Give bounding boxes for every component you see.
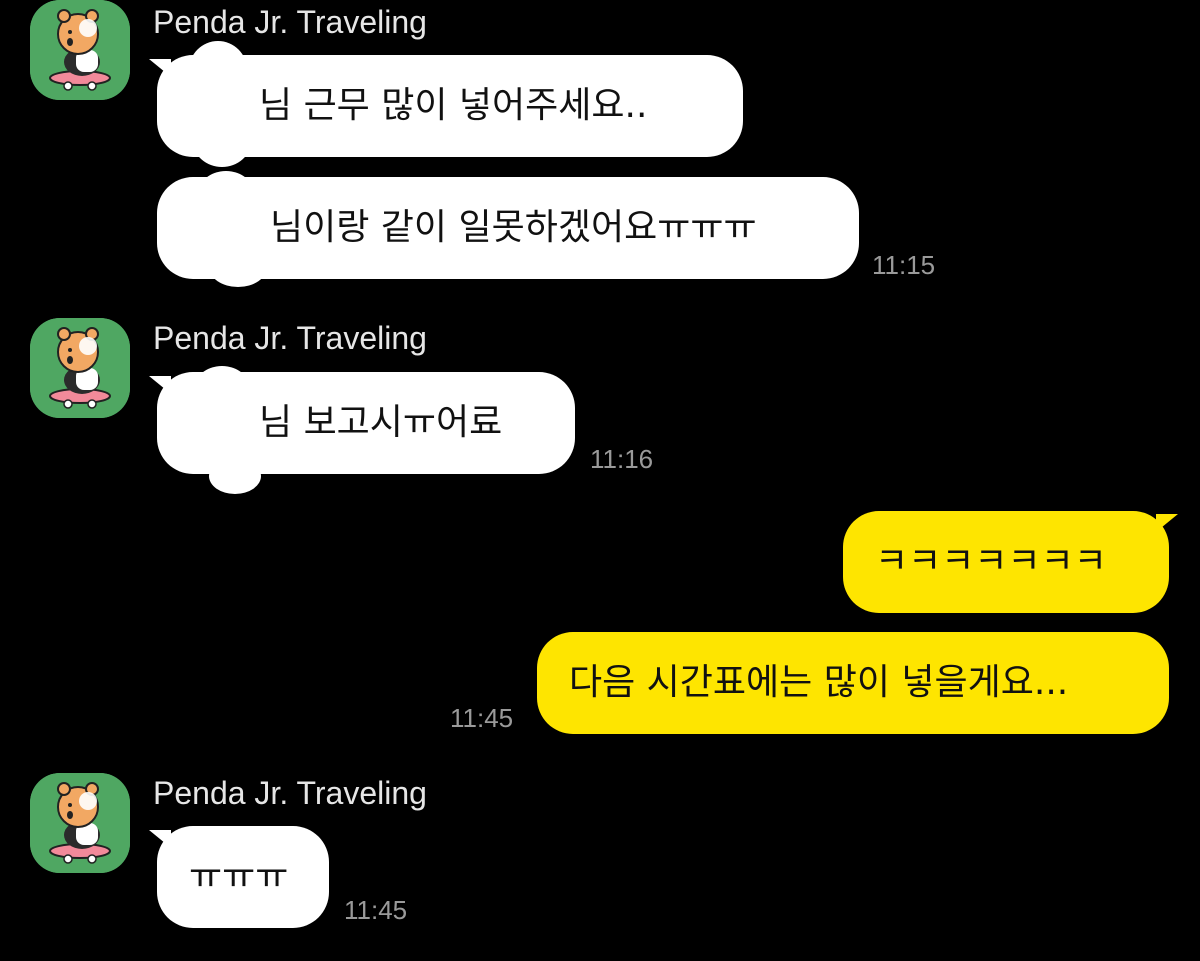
redaction-sticker (209, 458, 261, 494)
sender-name: Penda Jr. Traveling (153, 320, 427, 356)
message-text: 다음 시간표에는 많이 넣을게요... (569, 662, 1069, 703)
message-timestamp: 11:45 (450, 703, 514, 733)
sender-avatar[interactable] (30, 773, 130, 873)
sender-avatar[interactable] (30, 0, 130, 100)
my-message-bubble[interactable]: 다음 시간표에는 많이 넣을게요... (537, 632, 1169, 734)
bear-on-skateboard-icon (30, 773, 130, 873)
sender-name: Penda Jr. Traveling (153, 4, 427, 40)
bubble-tail (1156, 514, 1178, 532)
message-bubble[interactable]: 님 보고시ㅠ어료 (149, 366, 575, 494)
message-timestamp: 11:16 (590, 444, 654, 474)
message-text: ㅋㅋㅋㅋㅋㅋㅋ (875, 541, 1107, 582)
bubble-tail (149, 830, 171, 848)
message-bubble[interactable]: 님 근무 많이 넣어주세요.. (149, 41, 743, 167)
message-text: 님 근무 많이 넣어주세요.. (259, 85, 648, 126)
bear-on-skateboard-icon (30, 0, 130, 100)
message-text: 님이랑 같이 일못하겠어요ㅠㅠㅠ (270, 207, 757, 248)
message-bubble[interactable]: ㅠㅠㅠ (149, 826, 329, 928)
message-timestamp: 11:15 (872, 250, 936, 280)
message-bubble[interactable]: 님이랑 같이 일못하겠어요ㅠㅠㅠ (157, 171, 859, 287)
redaction-sticker (193, 115, 251, 167)
redaction-sticker (209, 247, 267, 287)
sender-name: Penda Jr. Traveling (153, 775, 427, 811)
bubble-tail (149, 376, 171, 394)
my-message-bubble[interactable]: ㅋㅋㅋㅋㅋㅋㅋ (843, 511, 1178, 613)
bear-on-skateboard-icon (30, 318, 130, 418)
bubble-tail (149, 59, 171, 77)
sender-avatar[interactable] (30, 318, 130, 418)
message-text: 님 보고시ㅠ어료 (259, 402, 503, 443)
message-text: ㅠㅠㅠ (189, 856, 289, 897)
message-timestamp: 11:45 (344, 895, 408, 925)
